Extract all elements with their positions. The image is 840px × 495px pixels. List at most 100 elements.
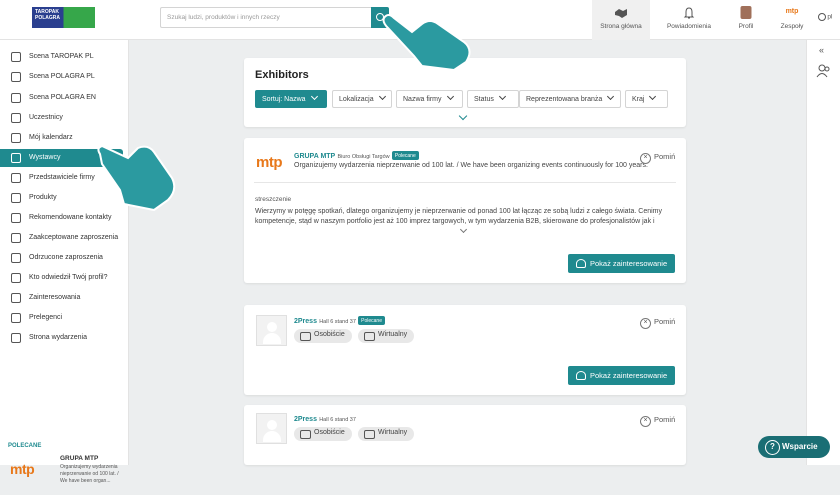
language-switcher[interactable]: pl	[812, 0, 838, 40]
chevron-down-icon	[607, 92, 615, 101]
filter-label: Sortuj: Nazwa	[262, 96, 306, 103]
visitor-icon	[11, 273, 21, 283]
chevron-down-icon	[310, 92, 318, 101]
sidebar-item-label: Uczestnicy	[29, 114, 63, 121]
collapse-icon[interactable]: «	[819, 45, 824, 55]
sidebar-item-zainteresowania[interactable]: Zainteresowania	[0, 289, 129, 307]
exhibitor-sub: Hall 6 stand 37	[319, 417, 356, 423]
polecane-badge: Polecane	[391, 151, 419, 161]
users-icon	[11, 113, 21, 123]
handshake-icon	[615, 9, 627, 18]
exhibitor-card[interactable]: 2Press Hall 6 stand 37 Polecane Osobiści…	[244, 305, 686, 395]
external-link-icon	[11, 93, 21, 103]
exhibitor-name[interactable]: 2Press	[294, 416, 317, 423]
show-interest-button[interactable]: Pokaż zainteresowanie	[568, 366, 676, 385]
sidebar-item-label: Strona wydarzenia	[29, 334, 87, 341]
page-title: Exhibitors	[255, 69, 309, 81]
chip-in-person: Osobiście	[294, 427, 352, 441]
support-button[interactable]: Wsparcie	[758, 436, 830, 458]
sidebar-item-scena-polagra-pl[interactable]: Scena POLAGRA PL	[0, 68, 129, 86]
expand-summary-icon[interactable]	[459, 225, 468, 234]
polecane-card[interactable]: mtp GRUPA MTP Organizujemy wydarzenia ni…	[8, 455, 126, 495]
polecane-title: GRUPA MTP	[60, 455, 99, 462]
exhibitor-heading: GRUPA MTP Biuro Obsługi Targów Polecane	[294, 151, 419, 161]
filter-0[interactable]: Sortuj: Nazwa	[255, 90, 327, 108]
exhibitor-tagline: Organizujemy wydarzenia nieprzerwanie od…	[294, 162, 648, 169]
skip-button[interactable]: Pomiń	[640, 317, 675, 329]
polecane-label: POLECANE	[8, 443, 42, 449]
polecane-desc: Organizujemy wydarzenia nieprzerwanie od…	[60, 464, 119, 484]
sidebar-item-strona-wydarzenia[interactable]: Strona wydarzenia	[0, 329, 129, 347]
search-input[interactable]: Szukaj ludzi, produktów i innych rzeczy	[160, 7, 371, 28]
exhibitor-card[interactable]: mtp GRUPA MTP Biuro Obsługi Targów Polec…	[244, 138, 686, 283]
sidebar-item-kto-odwiedził-twój-profil-[interactable]: Kto odwiedził Twój profil?	[0, 269, 129, 287]
summary-text: Wierzymy w potęgę spotkań, dlatego organ…	[255, 208, 662, 225]
calendar-icon	[11, 133, 21, 143]
pointer-hand-icon	[97, 144, 176, 212]
exhibitor-sub: Biuro Obsługi Targów	[337, 154, 390, 160]
skip-button[interactable]: Pomiń	[640, 415, 675, 427]
sidebar-item-uczestnicy[interactable]: Uczestnicy	[0, 109, 129, 127]
exhibitor-avatar	[256, 315, 287, 346]
sidebar-item-label: Przedstawiciele firmy	[29, 174, 95, 181]
reject-icon	[11, 253, 21, 263]
polecane-badge: Polecane	[358, 316, 385, 326]
filter-label: Lokalizacja	[339, 96, 374, 103]
filter-1[interactable]: Lokalizacja	[332, 90, 392, 108]
booth-icon	[11, 153, 21, 163]
exhibitor-heading: 2Press Hall 6 stand 37 Polecane	[294, 316, 385, 326]
exhibitor-avatar	[256, 413, 287, 444]
nav-home[interactable]: Strona główna	[592, 0, 650, 40]
sidebar-item-prelegenci[interactable]: Prelegenci	[0, 309, 129, 327]
bell-icon	[683, 7, 695, 19]
exhibitor-sub: Hall 6 stand 37	[319, 319, 356, 325]
skip-button[interactable]: Pomiń	[640, 152, 675, 164]
exhibitor-heading: 2Press Hall 6 stand 37	[294, 414, 356, 423]
mtp-logo: mtp	[10, 461, 35, 477]
nav-profile[interactable]: Profil	[727, 0, 765, 40]
chevron-down-icon	[378, 92, 386, 101]
nav-teams[interactable]: mtp Zespoły	[774, 0, 810, 40]
chip-virtual: Wirtualny	[357, 427, 415, 441]
summary-label: streszczenie	[255, 196, 292, 203]
team-logo: mtp	[785, 8, 799, 15]
divider	[254, 182, 676, 183]
exhibitor-card[interactable]: 2Press Hall 6 stand 37 Osobiście Wirtual…	[244, 405, 686, 465]
filter-label: Status	[474, 96, 494, 103]
filter-2[interactable]: Nazwa firmy	[396, 90, 463, 108]
globe-icon	[817, 13, 826, 21]
chip-in-person: Osobiście	[294, 329, 352, 343]
filter-3[interactable]: Status	[467, 90, 519, 108]
pointer-hand-icon	[382, 14, 471, 72]
nav-notifications[interactable]: Powiadomienia	[661, 0, 717, 40]
right-panel: «	[806, 40, 840, 465]
external-link-icon	[11, 52, 21, 62]
chip-virtual: Wirtualny	[357, 329, 415, 343]
filter-label: Nazwa firmy	[403, 96, 442, 103]
filter-4[interactable]: Reprezentowana branża	[519, 90, 621, 108]
megaphone-icon	[11, 313, 21, 323]
exhibitor-name[interactable]: GRUPA MTP	[294, 153, 335, 160]
show-interest-button[interactable]: Pokaż zainteresowanie	[568, 254, 676, 273]
thumbs-up-icon	[11, 293, 21, 303]
sidebar-item-label: Mój kalendarz	[29, 134, 73, 141]
avatar	[740, 6, 752, 19]
megaphone-icon	[11, 333, 21, 343]
sidebar-item-scena-polagra-en[interactable]: Scena POLAGRA EN	[0, 89, 129, 107]
sidebar-item-label: Zaakceptowane zaproszenia	[29, 234, 119, 241]
company-icon	[11, 173, 21, 183]
sidebar-item-odrzucone-zaproszenia[interactable]: Odrzucone zaproszenia	[0, 249, 129, 267]
users-icon[interactable]	[816, 64, 832, 78]
chevron-down-icon	[498, 92, 506, 101]
expand-filters-icon[interactable]	[458, 111, 468, 121]
box-icon	[11, 193, 21, 203]
sidebar-item-label: Wystawcy	[29, 154, 61, 161]
star-icon	[11, 213, 21, 223]
exhibitor-name[interactable]: 2Press	[294, 318, 317, 325]
sidebar-item-zaakceptowane-zaproszenia[interactable]: Zaakceptowane zaproszenia	[0, 229, 129, 247]
sidebar-item-scena-taropak-pl[interactable]: Scena TAROPAK PL	[0, 48, 129, 66]
external-link-icon	[11, 72, 21, 82]
event-logo[interactable]: TAROPAK POLAGRA	[32, 7, 95, 28]
sidebar-item-label: Scena POLAGRA EN	[29, 94, 96, 101]
filter-5[interactable]: Kraj	[625, 90, 668, 108]
